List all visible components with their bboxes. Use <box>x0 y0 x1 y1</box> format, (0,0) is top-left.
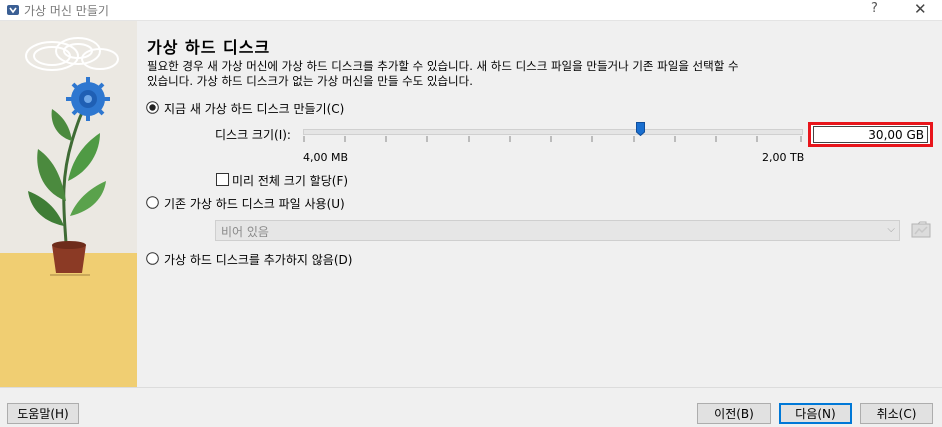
disk-size-label: 디스크 크기(I): <box>215 128 291 142</box>
back-button[interactable]: 이전(B) <box>697 403 771 424</box>
chevron-down-icon: ⌵ <box>887 224 895 235</box>
disk-size-input[interactable] <box>813 126 928 143</box>
virtualbox-icon <box>7 5 19 15</box>
radio-no-disk-label[interactable]: 가상 하드 디스크를 추가하지 않음(D) <box>164 251 352 268</box>
slider-max-label: 2,00 TB <box>762 151 805 164</box>
page-description: 필요한 경우 새 가상 머신에 가상 하드 디스크를 추가할 수 있습니다. 새… <box>147 59 847 89</box>
description-line-2: 있습니다. 가상 하드 디스크가 없는 가상 머신을 만들 수도 있습니다. <box>147 74 473 88</box>
close-button[interactable]: ✕ <box>914 0 927 18</box>
choose-file-button[interactable] <box>909 219 933 241</box>
help-title-button[interactable]: ? <box>871 1 878 16</box>
next-button[interactable]: 다음(N) <box>779 403 852 424</box>
side-illustration <box>0 21 137 387</box>
existing-disk-combo[interactable]: 비어 있음 ⌵ <box>215 220 900 241</box>
slider-min-label: 4,00 MB <box>303 151 349 164</box>
existing-disk-value: 비어 있음 <box>221 225 269 239</box>
folder-icon <box>911 221 931 238</box>
slider-ticks <box>303 136 802 142</box>
radio-no-disk[interactable] <box>146 252 159 265</box>
preallocate-checkbox[interactable] <box>216 173 229 186</box>
title-bar: 가상 머신 만들기 ? ✕ <box>0 0 942 21</box>
slider-thumb[interactable] <box>636 122 645 136</box>
cancel-button[interactable]: 취소(C) <box>860 403 933 424</box>
radio-use-existing-label[interactable]: 기존 가상 하드 디스크 파일 사용(U) <box>164 195 345 212</box>
radio-create-new[interactable] <box>146 101 159 114</box>
page-title: 가상 하드 디스크 <box>147 38 271 57</box>
radio-create-new-label[interactable]: 지금 새 가상 하드 디스크 만들기(C) <box>164 100 344 117</box>
radio-use-existing[interactable] <box>146 196 159 209</box>
help-button[interactable]: 도움말(H) <box>7 403 79 424</box>
footer-divider <box>0 387 942 388</box>
disk-size-slider[interactable] <box>303 129 803 135</box>
preallocate-label[interactable]: 미리 전체 크기 할당(F) <box>232 172 348 189</box>
plant-illustration <box>0 21 137 387</box>
description-line-1: 필요한 경우 새 가상 머신에 가상 하드 디스크를 추가할 수 있습니다. 새… <box>147 59 739 73</box>
window-title: 가상 머신 만들기 <box>24 4 109 18</box>
